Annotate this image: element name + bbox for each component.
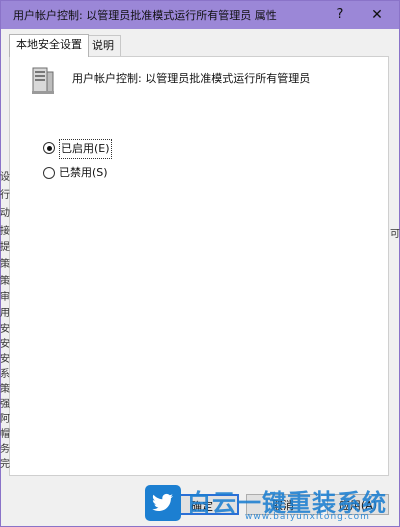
background-right-char: 可 (390, 229, 400, 240)
background-left-char: 阿 (0, 414, 10, 425)
background-left-char: 审 (0, 292, 10, 303)
radio-disabled-label[interactable]: 已禁用(S) (59, 164, 108, 182)
background-left-char: 务 (0, 444, 10, 455)
background-left-char: 强 (0, 399, 10, 410)
apply-button[interactable]: 应用(A) (327, 494, 389, 515)
server-computer-icon (32, 67, 54, 94)
background-left-char: 用 (0, 308, 10, 319)
background-left-char: 安 (0, 354, 10, 365)
radio-enabled-label[interactable]: 已启用(E) (59, 139, 112, 159)
cancel-button[interactable]: 取消 (246, 494, 320, 515)
background-left-char: 动 (0, 208, 10, 219)
tab-panel: 用户帐户控制: 以管理员批准模式运行所有管理员 已启用(E) 已禁用(S) (9, 56, 389, 476)
ok-button[interactable]: 确定 (165, 494, 239, 515)
background-left-char: 系 (0, 369, 10, 380)
background-left-char: 安 (0, 324, 10, 335)
close-button[interactable]: ✕ (359, 1, 395, 29)
tab-explain[interactable]: 说明 (85, 35, 121, 56)
window-title: 用户帐户控制: 以管理员批准模式运行所有管理员 属性 (13, 9, 277, 22)
background-left-char: 提 (0, 242, 10, 253)
tab-local-security-setting[interactable]: 本地安全设置 (9, 34, 89, 57)
background-left-char: 接 (0, 226, 10, 237)
radio-disabled-indicator[interactable] (43, 167, 55, 179)
background-left-char: 行 (0, 190, 10, 201)
background-left-char: 策 (0, 259, 10, 270)
background-left-char: 帽 (0, 429, 10, 440)
help-button[interactable]: ? (326, 1, 354, 29)
policy-name: 用户帐户控制: 以管理员批准模式运行所有管理员 (72, 72, 311, 85)
background-left-char: 完 (0, 459, 10, 470)
background-left-char: 策 (0, 384, 10, 395)
properties-dialog: 用户帐户控制: 以管理员批准模式运行所有管理员 属性 ? ✕ 本地安全设置 说明… (0, 0, 400, 527)
background-left-char: 设 (0, 172, 10, 183)
radio-enabled-indicator[interactable] (43, 142, 55, 154)
background-left-char: 安 (0, 339, 10, 350)
title-bar[interactable]: 用户帐户控制: 以管理员批准模式运行所有管理员 属性 ? ✕ (1, 1, 399, 29)
background-left-char: 策 (0, 276, 10, 287)
